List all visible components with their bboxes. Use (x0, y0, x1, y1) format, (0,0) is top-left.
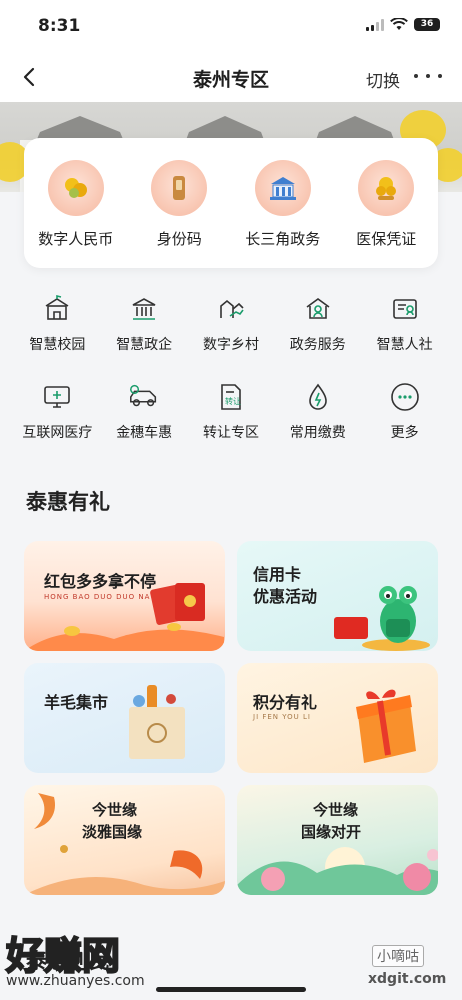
quick-service-label: 医保凭证 (356, 230, 417, 248)
quick-service-label: 身份码 (156, 230, 202, 248)
promo-red-envelope[interactable]: 红包多多拿不停 HONG BAO DUO DUO NA BU TING (24, 541, 225, 651)
village-icon (214, 292, 248, 326)
promo-title: 积分有礼 (253, 693, 318, 712)
more-dots-icon (388, 380, 422, 414)
government-building-icon (254, 160, 311, 216)
social-security-icon (388, 292, 422, 326)
utility-drop-icon (301, 380, 335, 414)
service-digital-village[interactable]: 数字乡村 (188, 292, 275, 354)
quick-services-card: 数字人民币 身份码 长三角政务 医保凭证 (24, 138, 438, 268)
quick-service-yangtze-government[interactable]: 长三角政务 (231, 138, 335, 268)
service-smart-government[interactable]: 智慧政企 (101, 292, 188, 354)
cellular-signal-icon (366, 18, 384, 31)
service-internet-medical[interactable]: 互联网医疗 (14, 380, 101, 442)
peony-landscape-icon (237, 847, 438, 895)
status-indicators: 36 (366, 18, 440, 31)
gift-box-icon (356, 689, 416, 763)
switch-city-button[interactable]: 切换 (366, 67, 400, 92)
quick-service-digital-rmb[interactable]: 数字人民币 (24, 138, 128, 268)
quick-service-medical-insurance[interactable]: 医保凭证 (335, 138, 439, 268)
promo-title-line2: 优惠活动 (253, 587, 318, 606)
medical-monitor-icon (40, 380, 74, 414)
wifi-icon (390, 18, 408, 30)
service-more[interactable]: 更多 (361, 380, 448, 442)
school-icon (40, 292, 74, 326)
koi-fish-icon (24, 793, 225, 895)
status-time: 8:31 (38, 16, 81, 36)
promo-title: 羊毛集市 (44, 693, 109, 712)
battery-icon: 36 (414, 18, 440, 31)
promo-credit-card[interactable]: 信用卡 优惠活动 (237, 541, 438, 651)
svg-text:转让: 转让 (225, 396, 241, 406)
watermark-right-url: xdgit.com (368, 971, 447, 987)
promo-jinshiyuan-national[interactable]: 今世缘 国缘对开 (237, 785, 438, 895)
service-transfer-zone[interactable]: 转让 转让专区 (188, 380, 275, 442)
quick-service-label: 数字人民币 (38, 230, 114, 248)
watermark-right-small: 小嘀咕 (372, 945, 424, 967)
service-label: 数字乡村 (202, 337, 259, 353)
promo-subtitle: JI FEN YOU LI (253, 713, 311, 721)
service-grid: 智慧校园 智慧政企 数字乡村 政务服务 智慧人社 互联网医疗 金穗车惠 转让 转… (14, 292, 448, 442)
gold-coins-icon (24, 623, 224, 651)
public-service-icon (301, 292, 335, 326)
service-smart-campus[interactable]: 智慧校园 (14, 292, 101, 354)
watermark-left-url: www.zhuanyes.com (6, 973, 145, 989)
watermark-right: 小嘀咕 xdgit.com (368, 945, 454, 995)
service-public-affairs[interactable]: 政务服务 (274, 292, 361, 354)
service-label: 政务服务 (289, 337, 346, 353)
watermark-left-main: 好赚网 (5, 933, 121, 979)
quick-service-id-code[interactable]: 身份码 (128, 138, 232, 268)
service-label: 互联网医疗 (22, 425, 93, 441)
promo-jinshiyuan-elegant[interactable]: 今世缘 淡雅国缘 (24, 785, 225, 895)
service-smart-social-security[interactable]: 智慧人社 (361, 292, 448, 354)
more-options-button[interactable] (414, 66, 442, 86)
promo-title: 红包多多拿不停 (44, 572, 157, 591)
service-label: 智慧校园 (29, 337, 86, 353)
status-bar: 8:31 36 (0, 0, 462, 52)
car-icon (127, 380, 161, 414)
government-icon (127, 292, 161, 326)
service-car-benefits[interactable]: 金穗车惠 (101, 380, 188, 442)
shopping-bag-icon (129, 685, 185, 759)
service-label: 智慧政企 (116, 337, 173, 353)
promo-wool-market[interactable]: 羊毛集市 (24, 663, 225, 773)
service-utility-payment[interactable]: 常用缴费 (274, 380, 361, 442)
id-code-icon (151, 160, 208, 216)
transfer-document-icon: 转让 (214, 380, 248, 414)
nav-bar: 泰州专区 切换 (0, 52, 462, 102)
section-title: 泰惠有礼 (26, 490, 110, 514)
service-label: 常用缴费 (289, 425, 346, 441)
service-label: 更多 (390, 425, 419, 441)
quick-service-label: 长三角政务 (245, 230, 321, 248)
medical-insurance-icon (358, 160, 415, 216)
service-label: 智慧人社 (376, 337, 433, 353)
home-indicator (156, 987, 306, 992)
promo-grid: 红包多多拿不停 HONG BAO DUO DUO NA BU TING 信用卡 … (24, 541, 438, 895)
promo-points-gift[interactable]: 积分有礼 JI FEN YOU LI (237, 663, 438, 773)
promo-title-line1: 信用卡 (253, 565, 302, 584)
frog-mascot-icon (334, 586, 430, 651)
service-label: 转让专区 (202, 425, 259, 441)
digital-rmb-icon (47, 160, 104, 216)
service-label: 金穗车惠 (116, 425, 173, 441)
